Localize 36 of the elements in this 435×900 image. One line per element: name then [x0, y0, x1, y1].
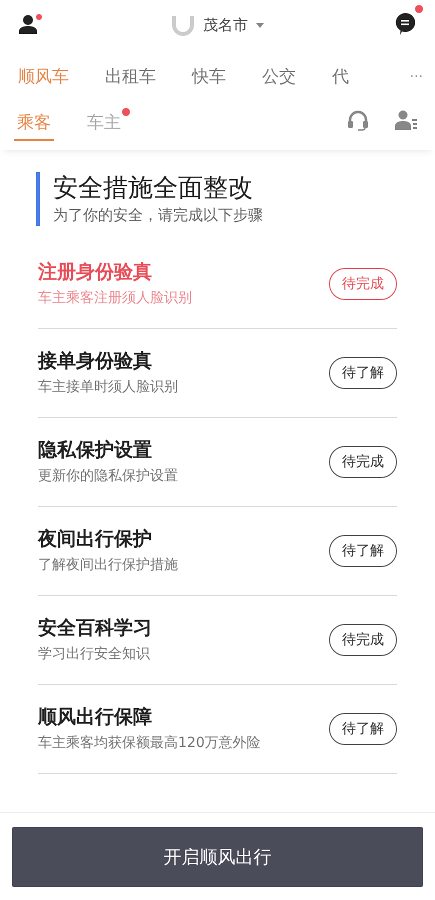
step-title: 隐私保护设置 — [38, 438, 153, 463]
logo-icon — [171, 14, 195, 36]
section-subtitle: 为了你的安全，请完成以下步骤 — [53, 205, 264, 226]
step-description: 更新你的隐私保护设置 — [38, 467, 178, 486]
step-action-button[interactable]: 待完成 — [329, 624, 397, 656]
category-tab[interactable]: 代 — [332, 64, 349, 90]
step-title: 接单身份验真 — [38, 349, 153, 374]
category-tab[interactable]: 快车 — [192, 64, 226, 90]
caret-icon[interactable] — [256, 22, 264, 28]
step-title: 夜间出行保护 — [38, 527, 153, 552]
step-action-button[interactable]: 待了解 — [329, 713, 397, 745]
step-description: 学习出行安全知识 — [38, 645, 151, 664]
step-action-button[interactable]: 待完成 — [329, 446, 397, 478]
headset-icon[interactable] — [347, 109, 369, 131]
step-action-button[interactable]: 待了解 — [329, 357, 397, 389]
step-action-button[interactable]: 待完成 — [329, 268, 397, 300]
category-tab[interactable]: 顺风车 — [18, 64, 69, 90]
section-title: 安全措施全面整改 — [53, 172, 254, 204]
role-tab[interactable]: 车主 — [84, 105, 124, 139]
profile-icon[interactable] — [18, 14, 38, 34]
step-description: 车主接单时须人脸识别 — [38, 378, 178, 397]
step-description: 车主乘客注册须人脸识别 — [38, 289, 192, 308]
step-description: 了解夜间出行保护措施 — [38, 556, 178, 575]
city-selector[interactable]: 茂名市 — [203, 14, 248, 36]
step-title: 注册身份验真 — [38, 260, 153, 285]
step-description: 车主乘客均获保额最高120万意外险 — [38, 734, 261, 753]
step-title: 顺风出行保障 — [38, 705, 153, 730]
message-icon[interactable] — [395, 13, 415, 35]
more-button[interactable]: ··· — [410, 67, 423, 88]
role-tab[interactable]: 乘客 — [14, 105, 54, 141]
step-action-button[interactable]: 待了解 — [329, 535, 397, 567]
step-title: 安全百科学习 — [38, 616, 152, 641]
passenger-list-icon[interactable] — [395, 110, 417, 130]
category-tab[interactable]: 公交 — [262, 64, 296, 90]
start-ride-button[interactable]: 开启顺风出行 — [12, 827, 423, 887]
category-tab[interactable]: 出租车 — [105, 64, 156, 90]
